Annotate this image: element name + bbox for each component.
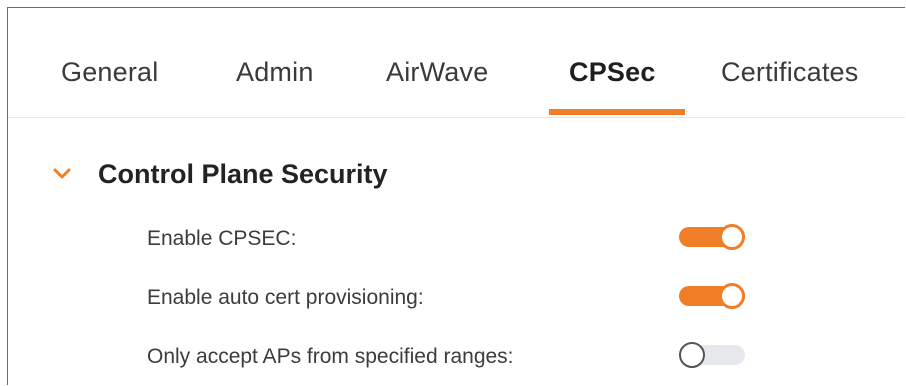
enable-cpsec-toggle[interactable] — [679, 224, 747, 250]
setting-row-enable-cpsec: Enable CPSEC: — [147, 222, 296, 256]
toggle-knob — [719, 283, 745, 309]
settings-panel: General Admin AirWave CPSec Certificates… — [7, 7, 905, 385]
section-header-control-plane-security[interactable]: Control Plane Security — [52, 157, 388, 191]
setting-label: Enable CPSEC: — [147, 227, 297, 250]
active-tab-indicator — [549, 109, 685, 115]
setting-label: Only accept APs from specified ranges: — [147, 345, 514, 368]
toggle-knob — [719, 224, 745, 250]
enable-auto-cert-provisioning-toggle[interactable] — [679, 283, 747, 309]
toggle-knob — [679, 342, 705, 368]
tab-admin[interactable]: Admin — [236, 57, 314, 88]
section-title: Control Plane Security — [98, 158, 388, 189]
tab-airwave[interactable]: AirWave — [386, 57, 488, 88]
accept-aps-specified-ranges-toggle[interactable] — [679, 342, 747, 368]
tab-cpsec[interactable]: CPSec — [569, 57, 656, 88]
tab-general[interactable]: General — [61, 57, 158, 88]
tab-certificates[interactable]: Certificates — [721, 57, 858, 88]
setting-row-accept-aps-ranges: Only accept APs from specified ranges: — [147, 340, 514, 374]
setting-row-auto-cert-provisioning: Enable auto cert provisioning: — [147, 281, 424, 315]
chevron-down-icon[interactable] — [52, 164, 72, 184]
tab-bar: General Admin AirWave CPSec Certificates — [8, 8, 905, 118]
setting-label: Enable auto cert provisioning: — [147, 286, 424, 309]
